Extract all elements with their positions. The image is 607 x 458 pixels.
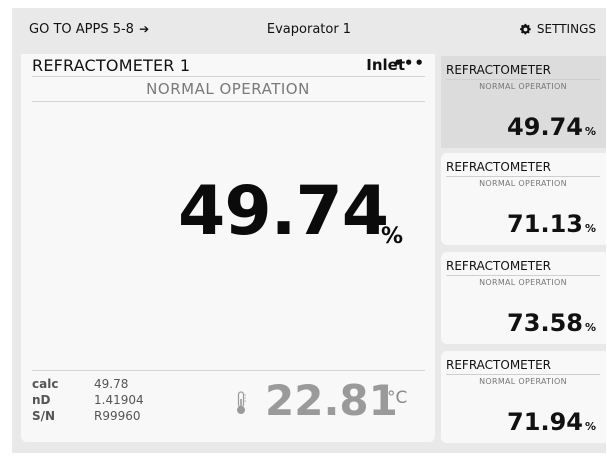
settings-label: SETTINGS — [536, 22, 596, 36]
refractometer-card-1[interactable]: REFRACTOMETER NORMAL OPERATION 49.74% — [441, 56, 606, 148]
card-reading-unit: % — [584, 222, 596, 235]
temperature-unit: °C — [387, 388, 408, 408]
more-icon[interactable]: ••• — [393, 54, 425, 72]
page-title: Evaporator 1 — [266, 22, 352, 37]
card-status: NORMAL OPERATION — [479, 377, 567, 386]
gear-icon — [519, 23, 531, 34]
refractometer-card-3[interactable]: REFRACTOMETER NORMAL OPERATION 73.58% — [441, 252, 606, 344]
refractometer-card-4[interactable]: REFRACTOMETER NORMAL OPERATION 71.94% — [441, 351, 606, 443]
divider — [446, 275, 600, 276]
diagnostic-label: calc — [32, 377, 59, 391]
diagnostics: calc 49.78 nD 1.41904 S/N R99960 — [32, 376, 144, 424]
diagnostic-label: S/N — [32, 409, 56, 423]
settings-button[interactable]: SETTINGS — [519, 22, 596, 36]
card-status: NORMAL OPERATION — [479, 82, 567, 91]
card-status: NORMAL OPERATION — [479, 179, 567, 188]
card-status: NORMAL OPERATION — [479, 278, 567, 287]
divider — [32, 370, 425, 371]
card-reading: 71.94% — [507, 408, 596, 436]
main-panel: REFRACTOMETER 1 Inlet ••• NORMAL OPERATI… — [21, 54, 435, 442]
card-reading-unit: % — [584, 420, 596, 433]
diagnostic-row: calc 49.78 — [32, 376, 144, 392]
diagnostic-row: nD 1.41904 — [32, 392, 144, 408]
card-reading-value: 71.13 — [507, 210, 583, 238]
card-title: REFRACTOMETER — [446, 63, 552, 77]
divider — [446, 79, 600, 80]
temperature-reading: 22.81 — [265, 376, 398, 425]
refractometer-card-2[interactable]: REFRACTOMETER NORMAL OPERATION 71.13% — [441, 153, 606, 245]
card-reading-value: 71.94 — [507, 408, 583, 436]
main-reading: 49.74 — [178, 172, 389, 251]
main-title: REFRACTOMETER 1 — [32, 56, 191, 75]
diagnostic-label: nD — [32, 393, 51, 407]
divider — [32, 76, 425, 77]
diagnostic-value: R99960 — [94, 409, 141, 423]
card-title: REFRACTOMETER — [446, 259, 552, 273]
diagnostic-value: 49.78 — [94, 377, 129, 391]
card-title: REFRACTOMETER — [446, 358, 552, 372]
thermometer-icon — [237, 391, 246, 414]
status-label: NORMAL OPERATION — [146, 80, 310, 98]
divider — [32, 101, 425, 102]
diagnostic-value: 1.41904 — [94, 393, 144, 407]
card-reading-unit: % — [584, 125, 596, 138]
diagnostic-row: S/N R99960 — [32, 408, 144, 424]
card-reading: 71.13% — [507, 210, 596, 238]
card-reading-value: 73.58 — [507, 309, 583, 337]
top-bar: GO TO APPS 5-8 ➔ Evaporator 1 SETTINGS — [12, 8, 606, 54]
card-title: REFRACTOMETER — [446, 160, 552, 174]
card-reading-unit: % — [584, 321, 596, 334]
card-reading: 73.58% — [507, 309, 596, 337]
divider — [446, 176, 600, 177]
divider — [446, 374, 600, 375]
main-reading-unit: % — [381, 224, 404, 249]
card-reading: 49.74% — [507, 113, 596, 141]
card-reading-value: 49.74 — [507, 113, 583, 141]
